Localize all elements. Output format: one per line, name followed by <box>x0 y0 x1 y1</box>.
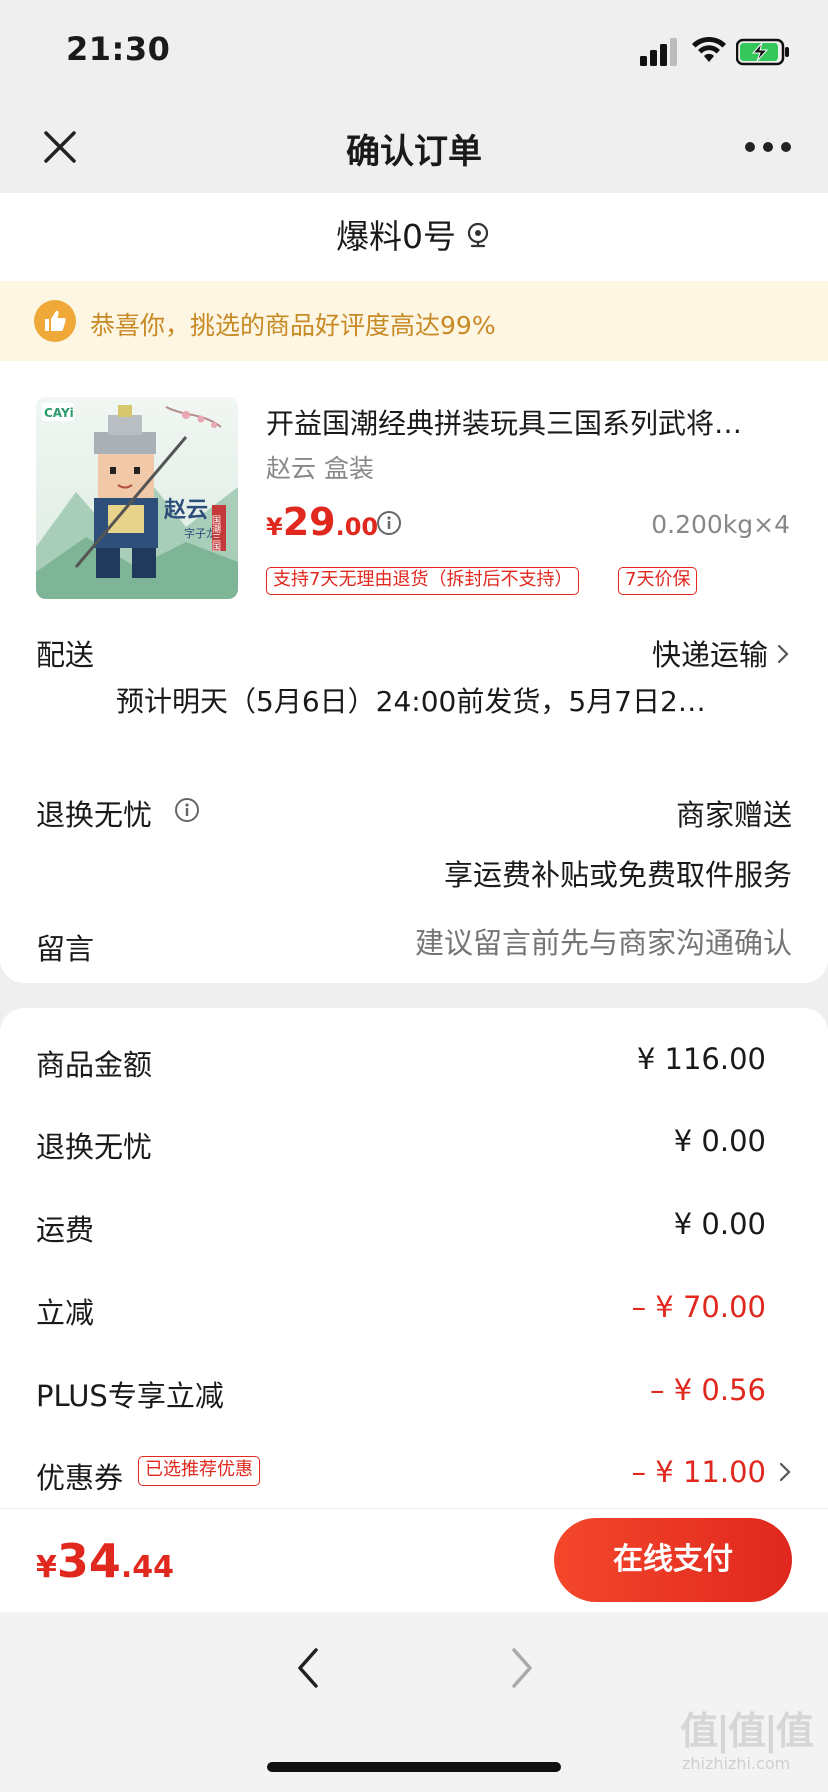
message-label: 留言 <box>36 932 95 966</box>
worry-free-label: 退换无忧 <box>36 798 153 832</box>
forward-arrow-icon[interactable] <box>508 1646 536 1690</box>
brand-logo-text: CAYi <box>44 406 74 420</box>
product-spec: 赵云 盒装 <box>266 454 374 483</box>
chevron-right-icon[interactable] <box>778 1461 792 1483</box>
address-name: 爆料0号 <box>336 217 456 256</box>
figure-name-text: 赵云 <box>163 497 208 523</box>
summary-row-label: PLUS专享立减 <box>36 1379 224 1413</box>
price-info-icon[interactable] <box>376 510 402 536</box>
summary-row-label: 商品金额 <box>36 1048 153 1082</box>
summary-row-label: 运费 <box>36 1213 95 1247</box>
back-arrow-icon[interactable] <box>294 1646 322 1690</box>
return-policy-tag: 支持7天无理由退货（拆封后不支持） <box>266 567 580 595</box>
product-price: ¥29.00 <box>266 500 379 544</box>
address-selector[interactable]: 爆料0号 <box>0 210 828 258</box>
weight-quantity: 0.200kg×4 <box>651 510 790 539</box>
status-time: 21:30 <box>66 30 171 68</box>
summary-row-value: ¥ 0.00 <box>673 1124 766 1158</box>
wifi-icon <box>692 36 726 62</box>
order-total: ¥34.44 <box>36 1534 175 1588</box>
price-protect-tag: 7天价保 <box>618 567 698 595</box>
pay-online-button[interactable]: 在线支付 <box>554 1518 792 1602</box>
praise-banner-text: 恭喜你，挑选的商品好评度高达99% <box>90 311 496 340</box>
watermark-url: zhizhizhi.com <box>682 1754 791 1773</box>
summary-row-value: ¥ 116.00 <box>636 1042 766 1076</box>
message-input[interactable] <box>360 926 792 960</box>
summary-row-value: ¥ 0.00 <box>673 1207 766 1241</box>
more-options-icon[interactable] <box>744 140 792 154</box>
shipping-estimate: 预计明天（5月6日）24:00前发货，5月7日2… <box>116 685 706 718</box>
shipping-method[interactable]: 快递运输 <box>560 632 790 674</box>
cellular-signal-icon <box>640 38 677 66</box>
home-indicator <box>267 1762 561 1772</box>
worry-free-info-icon[interactable] <box>174 797 200 823</box>
shipping-label: 配送 <box>36 638 95 672</box>
worry-free-description: 享运费补贴或免费取件服务 <box>443 858 792 892</box>
chevron-right-icon <box>777 644 789 664</box>
battery-charging-icon <box>736 38 789 66</box>
location-pin-icon <box>467 222 489 248</box>
worry-free-value: 商家赠送 <box>675 798 792 832</box>
summary-row-value: – ¥ 0.56 <box>650 1373 766 1407</box>
coupon-recommend-tag: 已选推荐优惠 <box>138 1456 260 1486</box>
product-image[interactable]: CAYi 赵云 字子龙 国潮三国 <box>36 397 238 599</box>
coupon-value[interactable]: – ¥ 11.00 <box>500 1455 766 1489</box>
summary-row-value: – ¥ 70.00 <box>631 1290 766 1324</box>
series-seal-text: 国潮三国 <box>210 515 221 552</box>
thumbs-up-icon <box>34 300 76 342</box>
summary-row-label: 退换无忧 <box>36 1130 153 1164</box>
summary-row-label: 立减 <box>36 1296 95 1330</box>
coupon-label: 优惠券 <box>36 1461 124 1495</box>
watermark-logo: 值|值|值 <box>680 1709 814 1753</box>
product-title[interactable]: 开益国潮经典拼装玩具三国系列武将… <box>266 402 796 442</box>
page-title: 确认订单 <box>346 132 482 172</box>
